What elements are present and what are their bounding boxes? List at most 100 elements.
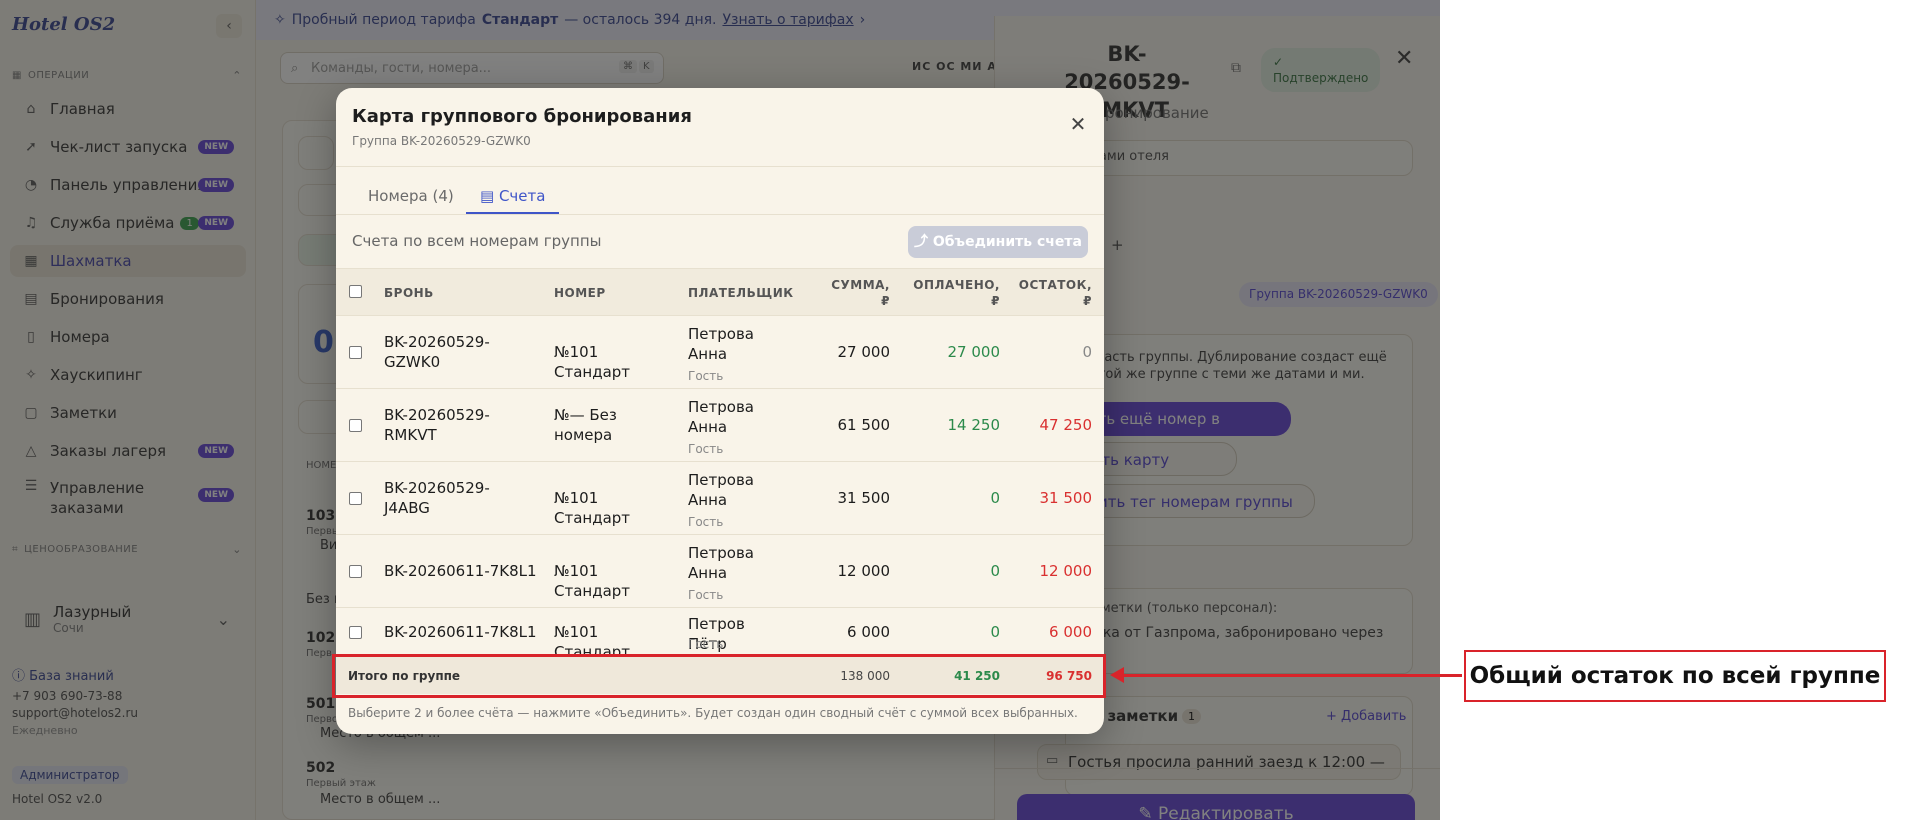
table-row[interactable]: BK-20260529-J4ABG №101 Стандарт Петрова … (336, 462, 1104, 535)
back-button[interactable] (298, 136, 334, 170)
table-header: БРОНЬ НОМЕР ПЛАТЕЛЬЩИК СУММА, ₽ ОПЛАЧЕНО… (336, 268, 1104, 316)
tag-icon: ⌗ (12, 544, 19, 555)
rocket-icon: ➚ (25, 139, 37, 155)
chevron-up-icon: ⌃ (232, 69, 242, 82)
comment-icon: ▭ (1046, 753, 1059, 768)
sidebar-item-chessboard[interactable]: ▦ Шахматка (10, 245, 246, 277)
app-version: Hotel OS2 v2.0 (12, 792, 103, 806)
row-checkbox[interactable] (349, 492, 362, 505)
cmd-key-icon: ⌘ (619, 60, 637, 73)
new-badge: NEW (198, 444, 234, 458)
divider (995, 768, 1440, 769)
sidebar: Hotel OS2 ‹ ▦ ОПЕРАЦИИ ⌃ ⌂ Главная ➚ Чек… (0, 0, 256, 820)
building-icon: ▥ (24, 608, 42, 630)
pricing-link[interactable]: Узнать о тарифах (722, 12, 853, 28)
tasks-count-badge: 1 (1182, 709, 1201, 724)
new-badge: NEW (198, 488, 234, 502)
list-icon: ☰ (24, 478, 38, 494)
modal-title: Карта группового бронирования (352, 106, 692, 127)
row-checkbox[interactable] (349, 419, 362, 432)
sidebar-item-camp-orders[interactable]: △ Заказы лагеря NEW (10, 435, 246, 467)
sidebar-item-order-management[interactable]: ☰ Управление заказами NEW (10, 474, 246, 522)
merge-icon: ⤴ (914, 234, 933, 250)
chevron-right-icon: › (859, 12, 866, 28)
grid-small-icon: ▦ (12, 70, 22, 81)
role-badge: Администратор (12, 766, 128, 784)
section-operations[interactable]: ▦ ОПЕРАЦИИ ⌃ (12, 69, 242, 82)
sidebar-item-housekeeping[interactable]: ✧ Хаускипинг (10, 359, 246, 391)
annotation-callout: Общий остаток по всей группе (1464, 650, 1886, 702)
document-icon: ▤ (480, 187, 499, 205)
table-row[interactable]: BK-20260611-7K8L1 №101 Стандарт Петров П… (336, 608, 1104, 661)
sidebar-item-rooms[interactable]: ▯ Номера (10, 321, 246, 353)
avatar-group: ИС ОС МИ АК (912, 60, 1007, 73)
collapse-sidebar-button[interactable]: ‹ (216, 14, 242, 38)
divider (336, 166, 1104, 167)
group-booking-modal: Карта группового бронирования Группа BK-… (336, 88, 1104, 734)
sidebar-item-launch-checklist[interactable]: ➚ Чек-лист запуска NEW (10, 131, 246, 163)
check-circle-icon: ✓ (1273, 55, 1284, 69)
support-hours: Ежедневно (12, 724, 78, 737)
command-search-input[interactable]: ⌕ Команды, гости, номера... ⌘ K (280, 52, 664, 84)
row-checkbox[interactable] (349, 346, 362, 359)
room-row-103[interactable]: 103 (306, 508, 335, 524)
modal-subtitle: Группа BK-20260529-GZWK0 (352, 134, 531, 148)
hotel-switcher[interactable]: ▥ Лазурный Сочи ⌄ (10, 593, 246, 645)
help-icon: ⓘ (12, 669, 30, 684)
arrow-left-icon (1110, 667, 1124, 683)
chevron-down-icon: ⌄ (232, 543, 242, 556)
support-phone[interactable]: +7 903 690-73-88 (12, 689, 122, 703)
room-row-102[interactable]: 102 (306, 630, 335, 646)
table-row[interactable]: BK-20260529-GZWK0 №101 Стандарт Петрова … (336, 316, 1104, 389)
app-screen: Hotel OS2 ‹ ▦ ОПЕРАЦИИ ⌃ ⌂ Главная ➚ Чек… (0, 0, 1440, 820)
tent-icon: △ (25, 443, 37, 459)
sidebar-item-bookings[interactable]: ▤ Бронирования (10, 283, 246, 315)
grid-icon: ▦ (24, 253, 38, 269)
calendar-icon: ▤ (24, 291, 38, 307)
divider (336, 214, 1104, 215)
close-drawer-button[interactable]: ✕ (1395, 46, 1413, 71)
invoices-caption: Счета по всем номерам группы (352, 232, 602, 250)
k-key-icon: K (639, 60, 654, 73)
sidebar-item-front-desk[interactable]: ♫ Служба приёма 1 NEW (10, 207, 246, 239)
gauge-icon: ◔ (24, 177, 38, 193)
new-badge: NEW (198, 216, 234, 230)
totals-highlight-frame (332, 654, 1106, 698)
table-row[interactable]: BK-20260611-7K8L1 №101 Стандарт Петрова … (336, 535, 1104, 608)
table-row[interactable]: BK-20260529-RMKVT №— Без номера Петрова … (336, 389, 1104, 462)
tab-invoices[interactable]: ▤ Счета (466, 184, 560, 214)
app-logo: Hotel OS2 (12, 14, 116, 35)
room-row-502[interactable]: 502 (306, 760, 335, 776)
new-badge: NEW (198, 178, 234, 192)
annotation-arrow-line (1114, 674, 1462, 677)
group-tag[interactable]: Группа BK-20260529-GZWK0 (1239, 282, 1438, 307)
select-all-checkbox[interactable] (349, 285, 362, 298)
task-item[interactable]: ▭ Гостья просила ранний заезд к 12:00 — (1037, 744, 1401, 780)
edit-booking-button[interactable]: ✎ Редактировать (1017, 794, 1415, 820)
room-row-501[interactable]: 501 (306, 696, 335, 712)
row-checkbox[interactable] (349, 626, 362, 639)
sidebar-item-dashboard[interactable]: ◔ Панель управления NEW (10, 169, 246, 201)
section-pricing[interactable]: ⌗ ЦЕНООБРАЗОВАНИЕ ⌄ (12, 543, 242, 556)
sparkle-icon: ✧ (274, 12, 286, 28)
copy-icon[interactable]: ⧉ (1231, 60, 1241, 76)
count-badge: 1 (180, 216, 199, 230)
door-icon: ▯ (27, 329, 35, 345)
search-icon: ⌕ (291, 60, 299, 76)
status-badge: ✓ Подтверждено (1261, 48, 1381, 92)
close-modal-button[interactable]: ✕ (1068, 112, 1088, 136)
note-icon: ▢ (24, 405, 38, 421)
bell-icon: ♫ (24, 215, 38, 231)
add-task-button[interactable]: + Добавить (1326, 709, 1406, 724)
pencil-icon: ✎ (1138, 804, 1158, 820)
support-email[interactable]: support@hotelos2.ru (12, 706, 138, 720)
home-icon: ⌂ (26, 101, 36, 117)
sidebar-item-home[interactable]: ⌂ Главная (10, 93, 246, 125)
plus-icon[interactable]: + (1111, 236, 1124, 254)
merge-hint: Выберите 2 и более счёта — нажмите «Объе… (348, 706, 1078, 720)
tab-rooms[interactable]: Номера (4) (354, 184, 468, 214)
sidebar-item-notes[interactable]: ▢ Заметки (10, 397, 246, 429)
row-checkbox[interactable] (349, 565, 362, 578)
merge-invoices-button[interactable]: ⤴ Объединить счета (908, 226, 1088, 258)
knowledge-base-link[interactable]: ⓘ База знаний (12, 665, 114, 684)
